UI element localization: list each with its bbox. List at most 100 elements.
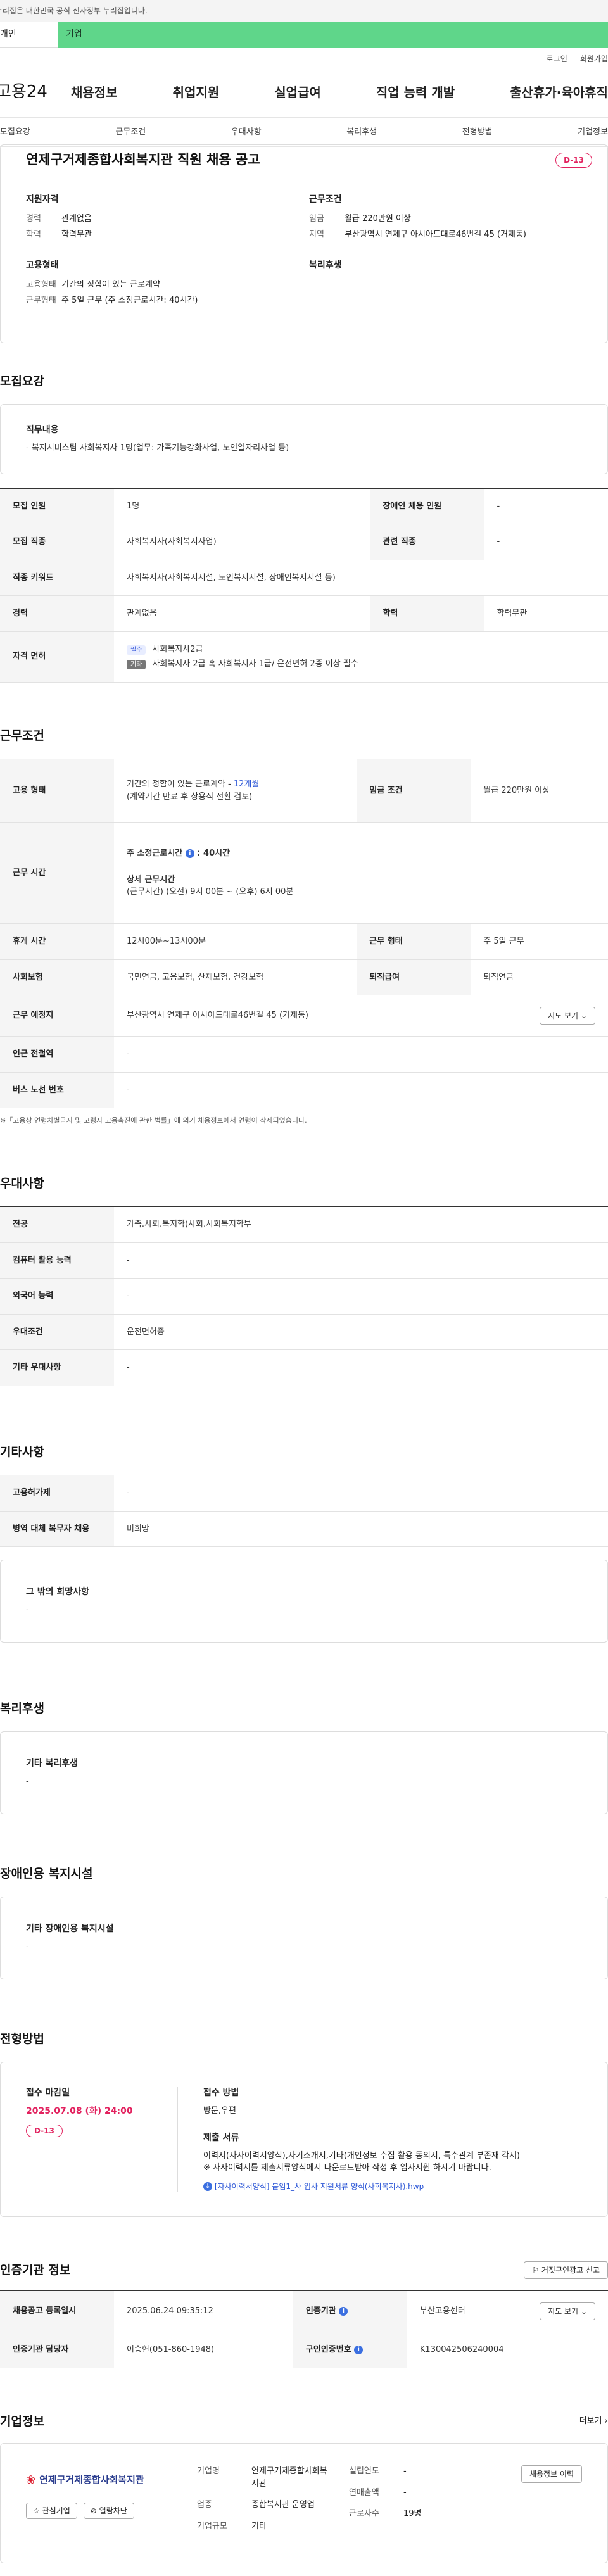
welfare-heading: 복리후생 — [309, 260, 342, 270]
company-card: ❀ 연제구거제종합사회복지관 ☆ 관심기업 ⊘ 열람차단 기업명 연제구거제종합사회… — [0, 2443, 608, 2563]
anchor-recruit[interactable]: 모집요강 — [0, 126, 30, 139]
method-heading: 접수 방법 — [203, 2088, 239, 2098]
area-value: 부산광역시 연제구 아시아드대로46번길 45 (거제동) — [345, 230, 526, 239]
contract-period: 12개월 — [233, 780, 260, 789]
manager-value: 이승현(051-860-1948) — [114, 2332, 293, 2368]
label: 근무 시간 — [0, 822, 114, 924]
label: 기타 우대사항 — [0, 1349, 114, 1386]
docs-value: 이력서(자사이력서양식),자기소개서,기타(개인정보 수집 활용 동의서, 특수… — [203, 2150, 520, 2161]
tab-personal[interactable]: 개인 — [0, 22, 58, 48]
language-value: - — [114, 1278, 608, 1315]
report-button-label: 거짓구인광고 신고 — [541, 2265, 600, 2275]
gov-notice: 이 누리집은 대한민국 공식 전자정부 누리집입니다. — [0, 0, 608, 22]
star-icon: ☆ — [33, 2506, 40, 2515]
employment-cell: 기간의 정함이 있는 근로계약 - 12개월 (계약기간 만료 후 상용직 전환 … — [114, 759, 357, 823]
etc-license: 사회복지사 2급 혹 사회복지사 1급/ 운전면허 2종 이상 필수 — [152, 659, 358, 669]
label: 인증기관 담당자 — [0, 2332, 114, 2368]
break-value: 12시00분~13시00분 — [114, 923, 357, 960]
cert-table: 채용공고 등록일시 2025.06.24 09:35:12 인증기관 i 부산고용… — [0, 2290, 608, 2368]
industry-value: 종합복지관 운영업 — [251, 2500, 315, 2510]
career-value: 관계없음 — [61, 213, 92, 224]
founded-value: - — [403, 2466, 407, 2476]
headcount-value: 1명 — [114, 488, 370, 524]
label: 버스 노선 번호 — [0, 1072, 114, 1108]
label: 병역 대체 복무자 채용 — [0, 1511, 114, 1547]
label: 지역 — [309, 230, 324, 239]
label: 고용형태 — [26, 279, 56, 289]
logo-mark-icon: ❀ — [26, 2473, 36, 2487]
work-type-value: 주 5일 근무 (주 소정근로시간: 40시간) — [61, 296, 198, 305]
other-wish-box: 그 밖의 희망사항 - — [0, 1560, 608, 1643]
company-more-link[interactable]: 더보기 › — [580, 2415, 608, 2428]
label: 모집 인원 — [0, 488, 114, 524]
related-job-value: - — [484, 524, 608, 560]
eps-value: - — [114, 1475, 608, 1512]
anchor-company[interactable]: 기업정보 — [578, 126, 608, 139]
docs-note: ※ 자사이력서를 제출서류양식에서 다운로드받아 작성 후 입사지원 하시기 바… — [203, 2163, 491, 2173]
nav-training[interactable]: 직업 능력 개발 — [376, 83, 455, 102]
org-map-button[interactable]: 지도 보기 ⌄ — [540, 2302, 595, 2320]
dday-badge: D-13 — [26, 2125, 63, 2137]
military-value: 비희망 — [114, 1511, 608, 1547]
section-welfare-title: 복리후생 — [0, 1701, 44, 1715]
block-icon: ⊘ — [90, 2506, 97, 2515]
label: 경력 — [0, 595, 114, 632]
label: 설립연도 — [349, 2466, 379, 2476]
employees-value: 19명 — [403, 2509, 422, 2518]
job-history-button[interactable]: 채용정보 이력 — [521, 2465, 582, 2483]
signup-link[interactable]: 회원가입 — [580, 53, 608, 67]
cert-number-value: K130042506240004 — [407, 2332, 608, 2368]
station-value: - — [114, 1036, 608, 1073]
welfare-heading: 기타 복리후생 — [26, 1758, 79, 1769]
interest-label: 관심기업 — [42, 2506, 70, 2515]
interest-company-button[interactable]: ☆ 관심기업 — [26, 2503, 77, 2519]
duty-heading: 직무내용 — [26, 425, 59, 435]
site-logo[interactable]: 고용24 — [0, 80, 71, 104]
required-license: 사회복지사2급 — [152, 644, 203, 654]
info-icon[interactable]: i — [185, 849, 194, 858]
etc-chip: 기타 — [127, 660, 146, 669]
info-icon[interactable]: i — [339, 2306, 348, 2316]
etc-table: 고용허가제 - 병역 대체 복무자 채용 비희망 — [0, 1475, 608, 1547]
reg-date-value: 2025.06.24 09:35:12 — [114, 2290, 293, 2332]
map-button[interactable]: 지도 보기 ⌄ — [540, 1007, 595, 1025]
section-anchor-nav: 모집요강 근무조건 우대사항 복리후생 전형방법 기업정보 — [0, 118, 608, 147]
employment-text: 기간의 정함이 있는 근로계약 - — [127, 780, 234, 789]
license-cell: 필수 사회복지사2급 기타 사회복지사 2급 혹 사회복지사 1급/ 운전면허 2종… — [114, 631, 608, 683]
nav-jobs[interactable]: 채용정보 — [71, 83, 118, 102]
company-name-value: 연제구거제종합사회복지관 — [251, 2466, 327, 2489]
info-icon[interactable]: i — [354, 2345, 364, 2354]
wage-value: 월급 220만원 이상 — [345, 213, 411, 224]
label: 장애인 채용 인원 — [370, 488, 484, 524]
file-download-link[interactable]: ⤓ [자사이력서양식] 붙임1_사 입사 지원서류 양식(사회복지사).hwp — [203, 2181, 582, 2192]
preference-table: 전공 가족.사회.복지학(사회.사회복지학부 컴퓨터 활용 능력 - 외국어 능력 -… — [0, 1206, 608, 1386]
duty-text: - 복지서비스팀 사회복지사 1명(업무: 가족기능강화사업, 노인일자리사업 … — [26, 443, 289, 453]
welfare-box: 기타 복리후생 - — [0, 1731, 608, 1814]
label: 우대조건 — [0, 1314, 114, 1350]
education-value: 학력무관 — [61, 230, 92, 239]
work-form-value: 주 5일 근무 — [471, 923, 608, 960]
career-value: 관계없음 — [114, 595, 370, 632]
label: 기업규모 — [197, 2521, 227, 2531]
anchor-welfare[interactable]: 복리후생 — [346, 126, 377, 139]
logo-text: 연제구거제종합사회복지관 — [39, 2474, 144, 2486]
employment-heading: 고용형태 — [26, 260, 59, 270]
anchor-process[interactable]: 전형방법 — [462, 126, 493, 139]
report-fake-ad-button[interactable]: ⚐ 거짓구인광고 신고 — [524, 2261, 608, 2279]
nav-unemployment-benefit[interactable]: 실업급여 — [274, 83, 321, 102]
tab-company[interactable]: 기업 — [58, 22, 608, 48]
label: 업종 — [197, 2500, 212, 2510]
more-label: 더보기 — [579, 2416, 602, 2426]
recruit-table: 모집 인원 1명 장애인 채용 인원 - 모집 직종 사회복지사(사회복지사업) 관련… — [0, 488, 608, 683]
age-note: ※「고용상 연령차별금지 및 고령자 고용촉진에 관한 법률」에 의거 채용정보… — [0, 1116, 307, 1125]
anchor-conditions[interactable]: 근무조건 — [115, 126, 146, 139]
nav-parental-leave[interactable]: 출산휴가·육아휴직 — [510, 83, 608, 102]
label: 휴게 시간 — [0, 923, 114, 960]
anchor-preference[interactable]: 우대사항 — [231, 126, 262, 139]
section-preference-title: 우대사항 — [0, 1176, 44, 1190]
block-view-button[interactable]: ⊘ 열람차단 — [83, 2503, 134, 2519]
nav-employment-support[interactable]: 취업지원 — [173, 83, 220, 102]
label: 구인인증번호 — [305, 2345, 352, 2354]
login-link[interactable]: 로그인 — [547, 53, 567, 67]
education-value: 학력무관 — [484, 595, 608, 632]
